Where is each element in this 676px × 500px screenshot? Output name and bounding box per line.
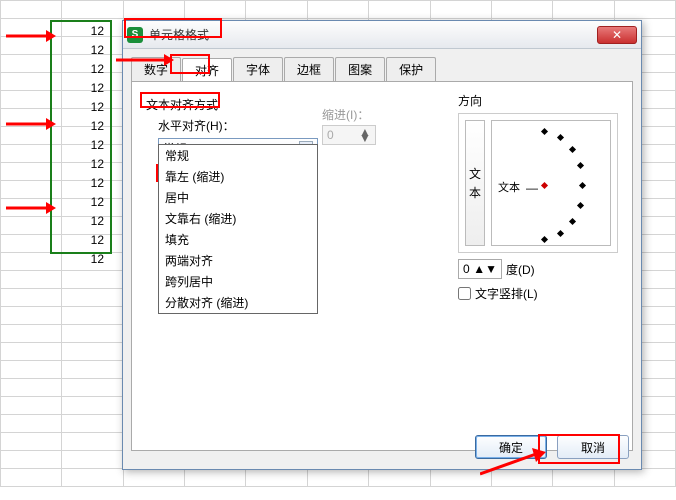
cell-format-dialog: S 单元格格式 ✕ 数字 对齐 字体 边框 图案 保护 文本对齐方式 水平对齐(… [122,20,642,470]
cell-value[interactable]: 12 [50,138,110,152]
cell-value[interactable]: 12 [50,214,110,228]
align-option-fill[interactable]: 填充 [159,229,317,250]
degree-value: 0 [463,262,470,276]
align-option-center-across[interactable]: 跨列居中 [159,271,317,292]
align-option-distributed[interactable]: 分散对齐 (缩进) [159,292,317,313]
cell-value[interactable]: 12 [50,157,110,171]
cell-value[interactable]: 12 [50,233,110,247]
direction-frame: 文 本 文本 — [458,113,618,253]
degree-spinner[interactable]: 0 ▲▼ [458,259,502,279]
cell-value[interactable]: 12 [50,62,110,76]
tab-panel-align: 文本对齐方式 水平对齐(H)： 常规 ▼ 缩进(I)： 0 ▲▼ 常规 靠左 (… [131,81,633,451]
degree-label: 度(D) [506,261,535,278]
align-option-left[interactable]: 靠左 (缩进) [159,166,317,187]
tab-align[interactable]: 对齐 [182,58,232,82]
cell-value[interactable]: 12 [50,119,110,133]
indent-label: 缩进(I)： [322,106,376,123]
cell-value[interactable]: 12 [50,176,110,190]
tab-font[interactable]: 字体 [233,57,283,81]
tab-number[interactable]: 数字 [131,57,181,81]
cell-value[interactable]: 12 [50,252,110,266]
window-title: 单元格格式 [149,26,597,43]
dialog-buttons: 确定 取消 [475,435,629,459]
indent-group: 缩进(I)： 0 ▲▼ [322,106,376,145]
dial-handle-icon [541,182,548,189]
dial-text-label: 文本 [498,179,520,195]
close-button[interactable]: ✕ [597,26,637,44]
ok-button[interactable]: 确定 [475,435,547,459]
direction-group: 方向 文 本 文本 — [458,88,618,302]
align-option-justify[interactable]: 两端对齐 [159,250,317,271]
vertical-text-checkbox[interactable]: 文字竖排(L) [458,285,618,302]
vertical-text-button[interactable]: 文 本 [465,120,485,246]
horizontal-align-dropdown: 常规 靠左 (缩进) 居中 文靠右 (缩进) 填充 两端对齐 跨列居中 分散对齐… [158,144,318,314]
direction-label: 方向 [458,92,618,109]
cell-value[interactable]: 12 [50,43,110,57]
cell-value[interactable]: 12 [50,100,110,114]
cell-value[interactable]: 12 [50,195,110,209]
titlebar[interactable]: S 单元格格式 ✕ [123,21,641,49]
vertical-text-input[interactable] [458,287,471,300]
tab-bar: 数字 对齐 字体 边框 图案 保护 [123,49,641,81]
app-icon: S [127,27,143,43]
cell-value[interactable]: 12 [50,24,110,38]
tab-pattern[interactable]: 图案 [335,57,385,81]
cancel-button[interactable]: 取消 [557,435,629,459]
spinner-buttons: ▲▼ [473,262,497,276]
close-icon: ✕ [612,28,622,42]
spinner-buttons: ▲▼ [359,129,371,141]
tab-border[interactable]: 边框 [284,57,334,81]
align-option-right[interactable]: 文靠右 (缩进) [159,208,317,229]
align-option-center[interactable]: 居中 [159,187,317,208]
indent-value: 0 [327,128,334,142]
indent-spinner: 0 ▲▼ [322,125,376,145]
cell-value[interactable]: 12 [50,81,110,95]
tab-protect[interactable]: 保护 [386,57,436,81]
dial-line: — [526,181,538,195]
align-option-general[interactable]: 常规 [159,145,317,166]
orientation-dial[interactable]: 文本 — [491,120,611,246]
